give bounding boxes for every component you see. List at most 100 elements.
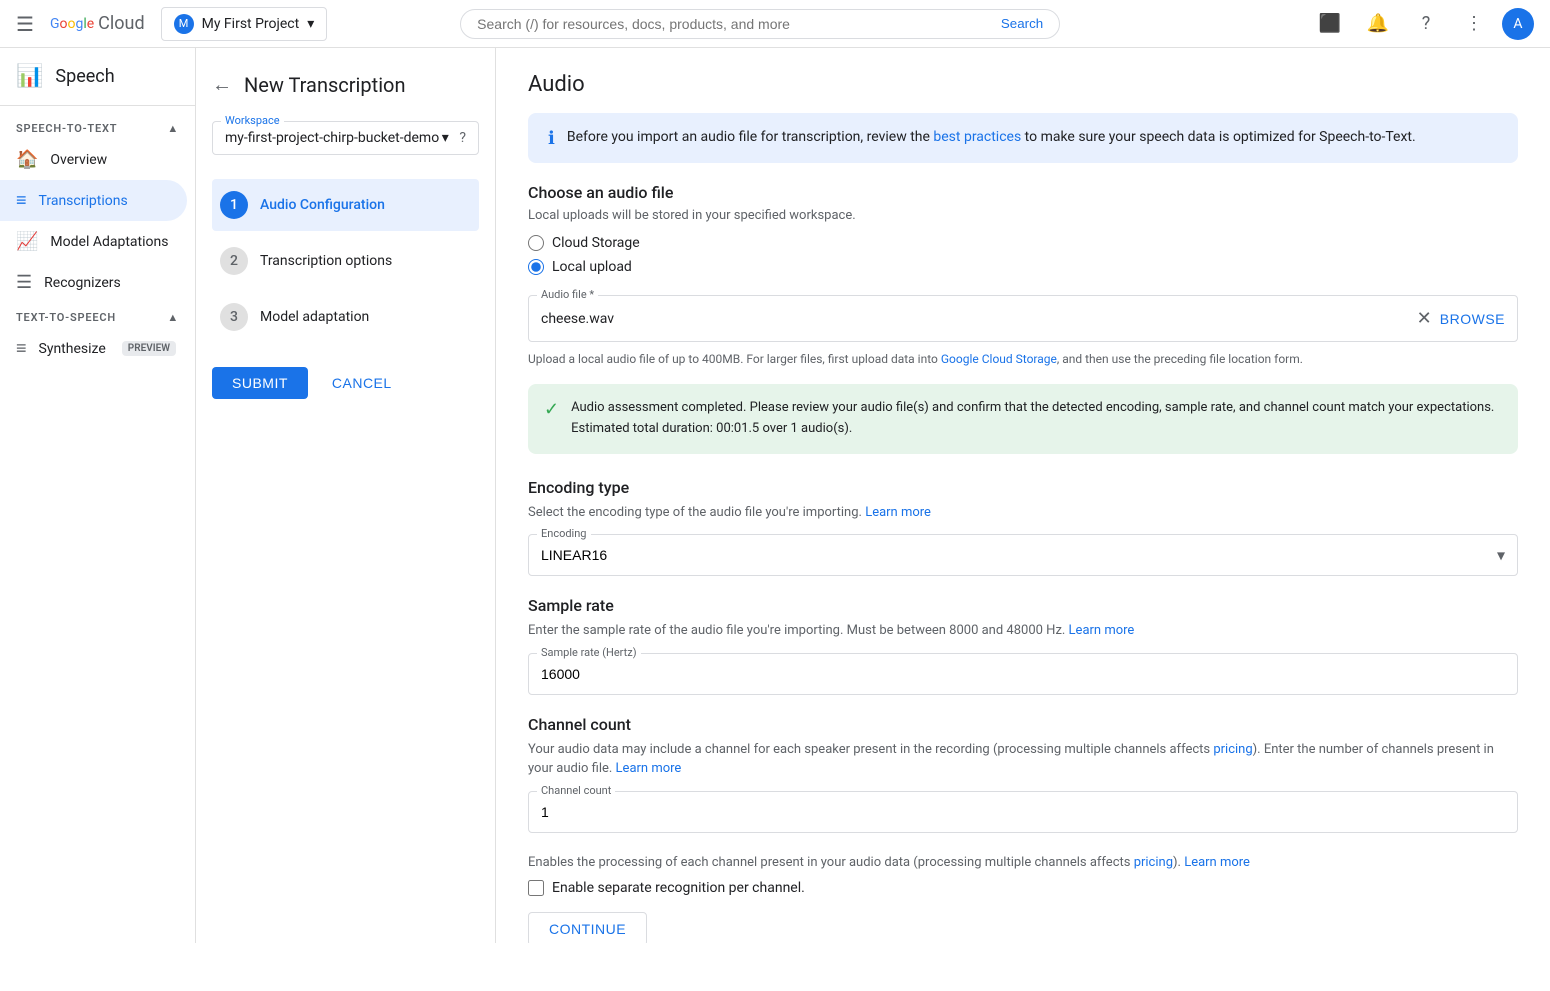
cloud-storage-radio[interactable] (528, 235, 544, 251)
google-cloud-logo: Google Cloud (50, 13, 145, 34)
sample-rate-learn-more-link[interactable]: Learn more (1069, 623, 1135, 638)
cloud-storage-option[interactable]: Cloud Storage (528, 235, 1518, 251)
app-name: Speech (55, 66, 114, 87)
home-icon: 🏠 (16, 149, 38, 170)
encoding-type-title: Encoding type (528, 478, 1518, 497)
audio-file-label: Audio file * (537, 288, 598, 301)
separate-recognition-checkbox[interactable] (528, 880, 544, 896)
recognizers-icon: ☰ (16, 272, 32, 293)
help-icon[interactable]: ? (1406, 4, 1446, 44)
step-2-label: Transcription options (260, 253, 392, 269)
channel-learn-more-link[interactable]: Learn more (616, 761, 682, 776)
sidebar: 📊 Speech Speech-to-Text ▲ 🏠 Overview ≡ T… (0, 48, 196, 943)
main-content: ← New Transcription Workspace my-first-p… (196, 48, 1550, 943)
choose-audio-title: Choose an audio file (528, 183, 1518, 202)
content-panel: Audio ℹ Before you import an audio file … (496, 48, 1550, 943)
encoding-learn-more-link[interactable]: Learn more (865, 505, 931, 520)
google-wordmark: Google (50, 16, 94, 32)
workspace-dropdown-icon: ▾ (442, 130, 449, 146)
clear-audio-button[interactable]: ✕ (1417, 308, 1432, 329)
back-button[interactable]: ← (212, 72, 232, 97)
more-options-icon[interactable]: ⋮ (1454, 4, 1494, 44)
steps-panel-title: New Transcription (244, 73, 406, 97)
info-box-text: Before you import an audio file for tran… (567, 127, 1416, 149)
sample-rate-section: Sample rate Enter the sample rate of the… (528, 596, 1518, 695)
step-3-item[interactable]: 3 Model adaptation (212, 291, 479, 343)
encoding-type-section: Encoding type Select the encoding type o… (528, 478, 1518, 577)
step-1-item[interactable]: 1 Audio Configuration (212, 179, 479, 231)
best-practices-info-box: ℹ Before you import an audio file for tr… (528, 113, 1518, 163)
step-1-label: Audio Configuration (260, 197, 385, 213)
channel-count-title: Channel count (528, 715, 1518, 734)
sample-rate-input[interactable] (529, 654, 1517, 694)
steps-panel-header: ← New Transcription (212, 72, 479, 97)
separate-recognition-option[interactable]: Enable separate recognition per channel. (528, 880, 1518, 896)
audio-section-title: Audio (528, 72, 1518, 97)
encoding-select-wrapper: Encoding LINEAR16 FLAC MP3 OGG_OPUS ▾ (528, 534, 1518, 576)
workspace-selector[interactable]: Workspace my-first-project-chirp-bucket-… (212, 121, 479, 155)
separate-recognition-label: Enable separate recognition per channel. (552, 880, 805, 896)
project-dropdown-icon: ▾ (307, 16, 314, 32)
encoding-select[interactable]: LINEAR16 FLAC MP3 OGG_OPUS (529, 535, 1517, 575)
local-upload-radio[interactable] (528, 259, 544, 275)
top-nav: ☰ Google Cloud M My First Project ▾ Sear… (0, 0, 1550, 48)
success-check-icon: ✓ (544, 399, 559, 440)
avatar[interactable]: A (1502, 8, 1534, 40)
channel-count-input[interactable] (529, 792, 1517, 832)
project-name: My First Project (202, 16, 300, 32)
sidebar-item-synthesize[interactable]: ≡ Synthesize PREVIEW (0, 328, 187, 369)
sidebar-item-overview[interactable]: 🏠 Overview (0, 139, 187, 180)
browse-button[interactable]: BROWSE (1440, 311, 1505, 327)
channel-pricing-link[interactable]: pricing (1213, 742, 1252, 757)
chevron-up-icon: ▲ (167, 122, 179, 135)
sample-rate-input-wrapper: Sample rate (Hertz) (528, 653, 1518, 695)
sample-rate-desc: Enter the sample rate of the audio file … (528, 621, 1518, 641)
best-practices-link[interactable]: best practices (933, 129, 1021, 145)
encoding-select-label: Encoding (537, 527, 591, 540)
continue-button[interactable]: CONTINUE (528, 912, 647, 943)
choose-audio-desc: Local uploads will be stored in your spe… (528, 208, 1518, 223)
choose-audio-section: Choose an audio file Local uploads will … (528, 183, 1518, 275)
info-icon: ℹ (548, 128, 555, 149)
workspace-label: Workspace (221, 114, 284, 127)
terminal-icon[interactable]: ⬛ (1310, 4, 1350, 44)
chart-icon: 📈 (16, 231, 38, 252)
workspace-value: my-first-project-chirp-bucket-demo (225, 130, 439, 146)
notifications-icon[interactable]: 🔔 (1358, 4, 1398, 44)
sidebar-app-header: 📊 Speech (0, 64, 195, 106)
chevron-up-icon-tts: ▲ (167, 311, 179, 324)
cloud-storage-label: Cloud Storage (552, 235, 640, 251)
speech-app-icon: 📊 (16, 64, 43, 89)
step-2-item[interactable]: 2 Transcription options (212, 235, 479, 287)
nav-icons: ⬛ 🔔 ? ⋮ A (1310, 4, 1534, 44)
local-upload-option[interactable]: Local upload (528, 259, 1518, 275)
audio-assessment-text: Audio assessment completed. Please revie… (571, 398, 1502, 440)
channel-count-section: Channel count Your audio data may includ… (528, 715, 1518, 833)
google-cloud-storage-link[interactable]: Google Cloud Storage (941, 352, 1057, 366)
section-label-stt[interactable]: Speech-to-Text ▲ (0, 114, 195, 139)
audio-file-actions: ✕ BROWSE (1417, 308, 1505, 329)
hamburger-icon[interactable]: ☰ (16, 12, 34, 36)
audio-file-inner: cheese.wav ✕ BROWSE (541, 300, 1505, 329)
search-button[interactable]: Search (1001, 16, 1043, 31)
sidebar-item-transcriptions[interactable]: ≡ Transcriptions (0, 180, 187, 221)
cancel-button[interactable]: CANCEL (316, 367, 408, 399)
section-label-tts[interactable]: Text-to-Speech ▲ (0, 303, 195, 328)
workspace-help-icon[interactable]: ? (459, 130, 466, 146)
preview-badge: PREVIEW (122, 341, 176, 356)
search-input[interactable] (477, 16, 993, 32)
steps-panel: ← New Transcription Workspace my-first-p… (196, 48, 496, 943)
sample-rate-title: Sample rate (528, 596, 1518, 615)
channel-checkbox-desc: Enables the processing of each channel p… (528, 853, 1518, 873)
search-bar: Search (460, 9, 1060, 39)
step-3-number: 3 (220, 303, 248, 331)
project-selector[interactable]: M My First Project ▾ (161, 7, 328, 41)
sidebar-item-model-adaptations[interactable]: 📈 Model Adaptations (0, 221, 187, 262)
channel-checkbox-pricing-link[interactable]: pricing (1134, 855, 1173, 870)
sidebar-item-recognizers[interactable]: ☰ Recognizers (0, 262, 187, 303)
submit-button[interactable]: SUBMIT (212, 367, 308, 399)
step-2-number: 2 (220, 247, 248, 275)
channel-checkbox-learn-more-link[interactable]: Learn more (1184, 855, 1250, 870)
page-layout: 📊 Speech Speech-to-Text ▲ 🏠 Overview ≡ T… (0, 48, 1550, 943)
cloud-label: Cloud (98, 13, 144, 34)
